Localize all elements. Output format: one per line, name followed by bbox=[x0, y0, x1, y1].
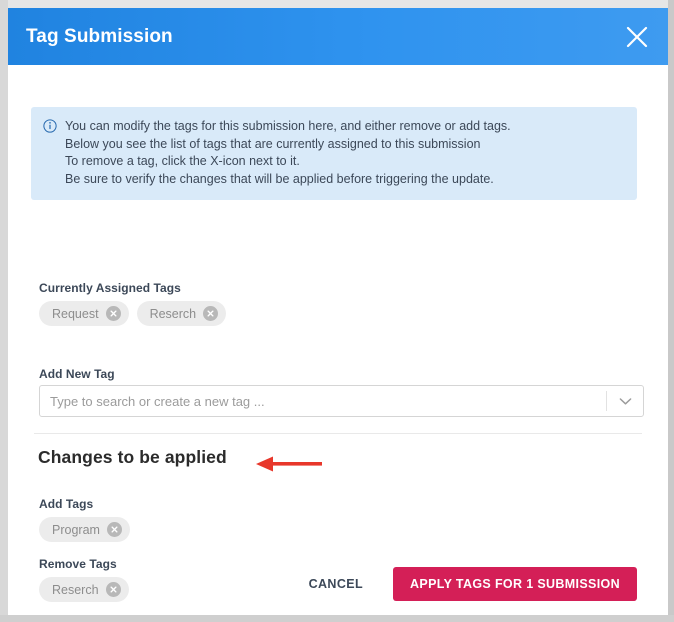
remove-circle-icon[interactable] bbox=[203, 306, 219, 321]
window-gutter-top bbox=[0, 0, 674, 8]
tag-chip-label: Reserch bbox=[149, 306, 197, 321]
add-tags-list: Program bbox=[39, 517, 130, 542]
add-tags-label: Add Tags bbox=[39, 497, 94, 511]
tag-chip[interactable]: Program bbox=[39, 517, 130, 542]
dialog-title: Tag Submission bbox=[26, 26, 173, 47]
currently-assigned-tags-label: Currently Assigned Tags bbox=[39, 281, 181, 295]
chevron-down-icon[interactable] bbox=[607, 386, 643, 416]
info-line-1: You can modify the tags for this submiss… bbox=[65, 119, 511, 133]
add-new-tag-label: Add New Tag bbox=[39, 367, 115, 381]
close-icon[interactable] bbox=[622, 22, 652, 52]
dialog-body: You can modify the tags for this submiss… bbox=[8, 65, 668, 615]
info-line-3: To remove a tag, click the X-icon next t… bbox=[65, 154, 300, 168]
dialog-footer: CANCEL APPLY TAGS FOR 1 SUBMISSION bbox=[8, 567, 668, 601]
tag-chip-label: Request bbox=[52, 306, 99, 321]
tag-chip[interactable]: Reserch bbox=[136, 301, 227, 326]
remove-circle-icon[interactable] bbox=[105, 306, 121, 321]
window-gutter-left bbox=[0, 0, 8, 622]
section-divider bbox=[34, 433, 642, 434]
add-new-tag-field[interactable] bbox=[39, 385, 644, 417]
info-line-4: Be sure to verify the changes that will … bbox=[65, 171, 494, 186]
currently-assigned-tags-list: Request Reserch bbox=[39, 301, 227, 326]
add-new-tag-input[interactable] bbox=[40, 386, 606, 416]
info-box-text: You can modify the tags for this submiss… bbox=[65, 118, 511, 188]
changes-to-be-applied-heading: Changes to be applied bbox=[38, 447, 227, 467]
cancel-button[interactable]: CANCEL bbox=[295, 568, 377, 600]
tag-submission-dialog: Tag Submission You can modify the tags f… bbox=[8, 8, 668, 615]
page-frame: Tag Submission You can modify the tags f… bbox=[0, 0, 674, 622]
left-arrow-annotation bbox=[256, 454, 322, 474]
remove-circle-icon[interactable] bbox=[106, 522, 122, 537]
dialog-header: Tag Submission bbox=[8, 8, 668, 65]
apply-tags-button[interactable]: APPLY TAGS FOR 1 SUBMISSION bbox=[393, 567, 637, 601]
info-circle-icon bbox=[43, 119, 57, 138]
tag-chip[interactable]: Request bbox=[39, 301, 129, 326]
tag-chip-label: Program bbox=[52, 522, 100, 537]
window-gutter-right bbox=[668, 0, 674, 622]
window-gutter-bottom bbox=[0, 615, 674, 622]
info-line-2: Below you see the list of tags that are … bbox=[65, 136, 481, 151]
info-box: You can modify the tags for this submiss… bbox=[31, 107, 637, 200]
